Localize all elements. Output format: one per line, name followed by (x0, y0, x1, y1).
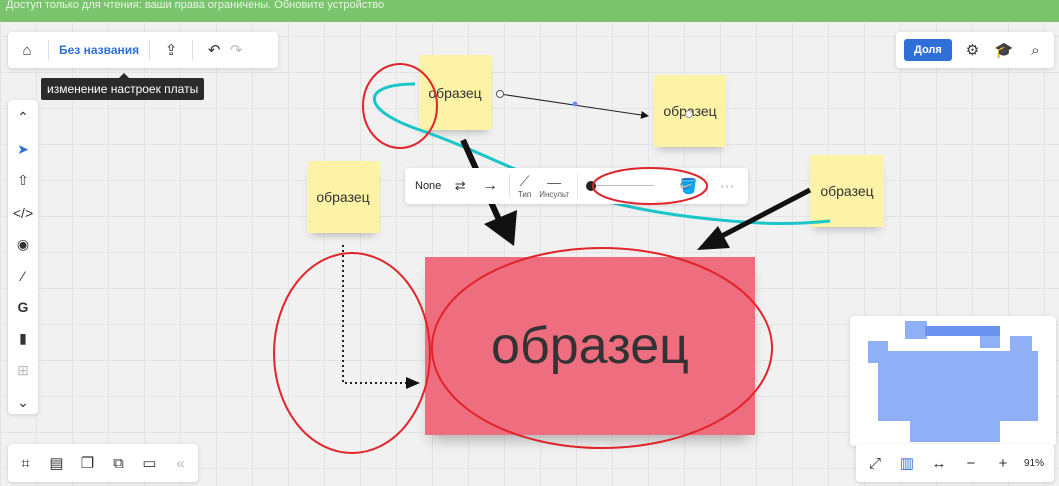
minimap-viewport (925, 326, 1000, 336)
bottom-right-toolbar: ⤢ ▥ ↔ − + 91% (856, 444, 1054, 482)
video-icon[interactable]: ▭ (140, 452, 159, 474)
minimap-shape (868, 341, 888, 363)
frames-icon[interactable]: ⌗ (16, 452, 35, 474)
minimap[interactable] (850, 316, 1056, 446)
map-icon[interactable]: ▥ (896, 452, 918, 474)
collapse-left-icon[interactable]: « (171, 452, 190, 474)
minimap-shape (910, 376, 1000, 442)
annotation-ellipse-toolbar (592, 167, 708, 205)
fullscreen-icon[interactable]: ⤢ (864, 452, 886, 474)
minimap-shape (1010, 336, 1032, 356)
fit-width-icon[interactable]: ↔ (928, 452, 950, 474)
zoom-out-icon[interactable]: − (960, 452, 982, 474)
minimap-shape (905, 321, 927, 339)
comments-icon[interactable]: ▤ (47, 452, 66, 474)
zoom-level[interactable]: 91% (1024, 458, 1044, 469)
share-screen-icon[interactable]: ⧉ (109, 452, 128, 474)
minimap-drawing (868, 321, 1038, 442)
cards-icon[interactable]: ❐ (78, 452, 97, 474)
zoom-in-icon[interactable]: + (992, 452, 1014, 474)
bottom-left-toolbar: ⌗ ▤ ❐ ⧉ ▭ « (8, 444, 198, 482)
